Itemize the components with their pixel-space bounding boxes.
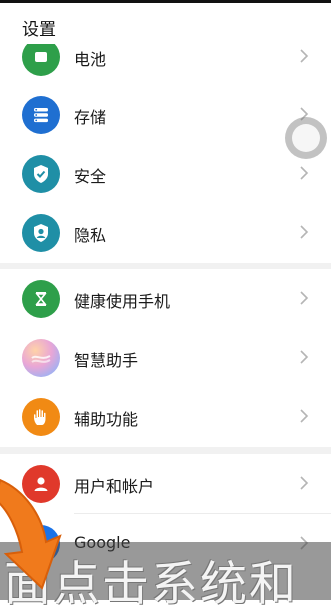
chevron-right-icon (300, 409, 309, 423)
chevron-right-icon (300, 476, 309, 490)
settings-item-smart-assistant[interactable]: 智慧助手 (0, 328, 331, 388)
chevron-right-icon (300, 225, 309, 239)
storage-icon (22, 96, 60, 134)
settings-item-privacy[interactable]: 隐私 (0, 203, 331, 263)
settings-item-label: 安全 (74, 167, 107, 186)
hand-icon (22, 398, 60, 436)
settings-item-label: 电池 (74, 50, 107, 69)
shield-icon (22, 155, 60, 193)
page-title: 设置 (22, 20, 56, 40)
assistant-icon (22, 339, 60, 377)
hourglass-icon (22, 280, 60, 318)
floating-assistive-button[interactable] (285, 117, 327, 159)
section-separator (0, 447, 331, 454)
settings-item-label: 存储 (74, 108, 107, 127)
chevron-right-icon (300, 350, 309, 364)
settings-item-security[interactable]: 安全 (0, 144, 331, 204)
privacy-icon (22, 214, 60, 252)
settings-item-label: 隐私 (74, 226, 107, 245)
chevron-right-icon (300, 49, 309, 63)
settings-item-label: 用户和帐户 (74, 477, 155, 496)
settings-item-digital-balance[interactable]: 健康使用手机 (0, 269, 331, 329)
chevron-right-icon (300, 291, 309, 305)
settings-item-label: 健康使用手机 (74, 292, 171, 311)
settings-item-label: 辅助功能 (74, 410, 139, 429)
tutorial-arrow-icon (0, 478, 62, 590)
settings-item-label: 智慧助手 (74, 351, 139, 370)
status-bar-edge (0, 0, 331, 3)
settings-item-accessibility[interactable]: 辅助功能 (0, 387, 331, 447)
chevron-right-icon (300, 166, 309, 180)
floating-button-core (292, 124, 320, 152)
settings-item-storage[interactable]: 存储 (0, 85, 331, 145)
app-header: 设置 (0, 0, 331, 44)
